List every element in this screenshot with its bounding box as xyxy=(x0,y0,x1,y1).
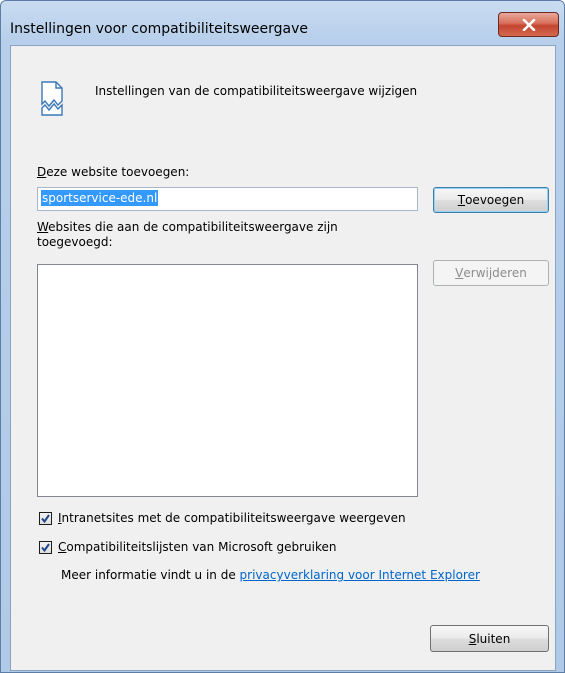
title-bar[interactable]: Instellingen voor compatibiliteitsweerga… xyxy=(1,1,564,45)
checkmark-icon xyxy=(41,513,50,523)
add-button[interactable]: Toevoegen xyxy=(433,187,549,213)
added-websites-list[interactable] xyxy=(37,264,418,497)
add-website-label-text: eze website toevoegen: xyxy=(46,165,190,179)
header-text: Instellingen van de compatibiliteitsweer… xyxy=(95,84,418,98)
added-websites-line2: toegevoegd: xyxy=(37,235,113,249)
microsoft-lists-label: ompatibiliteitslijsten van Microsoft geb… xyxy=(66,540,337,554)
microsoft-lists-mnemonic: C xyxy=(58,540,67,554)
remove-button[interactable]: Verwijderen xyxy=(433,260,549,286)
add-button-label: oevoegen xyxy=(465,193,525,207)
intranet-checkbox[interactable] xyxy=(39,511,52,525)
more-info-line: Meer informatie vindt u in de privacyver… xyxy=(61,568,480,582)
privacy-statement-link[interactable]: privacyverklaring voor Internet Explorer xyxy=(240,568,480,582)
checkmark-icon xyxy=(41,542,50,552)
close-window-button[interactable] xyxy=(498,12,559,37)
broken-page-icon xyxy=(41,81,63,116)
microsoft-lists-option[interactable]: Compatibiliteitslijsten van Microsoft ge… xyxy=(39,540,337,554)
remove-button-mnemonic: V xyxy=(455,266,464,280)
close-icon xyxy=(522,18,535,31)
add-website-label: Deze website toevoegen: xyxy=(37,165,189,179)
more-info-text: Meer informatie vindt u in de xyxy=(61,568,240,582)
window-title: Instellingen voor compatibiliteitsweerga… xyxy=(10,21,309,37)
close-button-mnemonic: S xyxy=(468,631,477,646)
website-input[interactable]: sportservice-ede.nl xyxy=(37,187,418,211)
close-button[interactable]: Sluiten xyxy=(430,625,549,652)
website-input-value: sportservice-ede.nl xyxy=(41,190,159,206)
added-websites-label: Websites die aan de compatibiliteitsweer… xyxy=(37,220,338,250)
added-websites-mnemonic: W xyxy=(37,220,49,234)
added-websites-line1: ebsites die aan de compatibiliteitsweerg… xyxy=(48,220,338,234)
intranet-option[interactable]: Intranetsites met de compatibiliteitswee… xyxy=(39,511,406,525)
close-button-label: luiten xyxy=(476,631,511,646)
remove-button-label: erwijderen xyxy=(463,266,527,280)
add-button-mnemonic: T xyxy=(457,193,466,207)
intranet-label: ntranetsites met de compatibiliteitsweer… xyxy=(61,511,406,525)
add-website-label-mnemonic: D xyxy=(37,165,47,179)
microsoft-lists-checkbox[interactable] xyxy=(39,540,52,554)
